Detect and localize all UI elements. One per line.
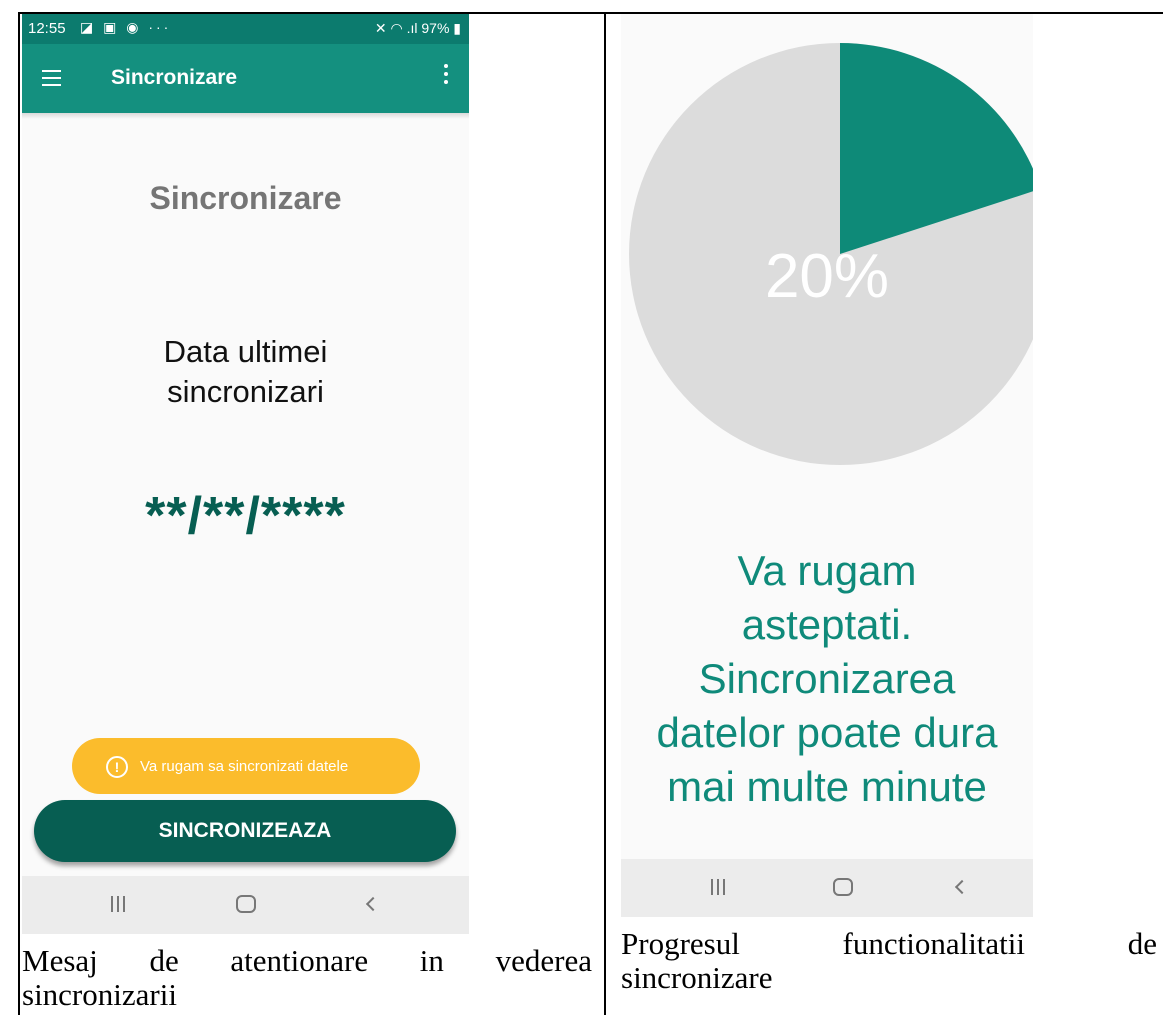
more-vert-icon[interactable]: [444, 64, 449, 88]
left-caption-line1: Mesaj de atentionare in vederea: [22, 943, 592, 978]
home-icon[interactable]: [236, 895, 256, 913]
status-bar: 12:55 ◪ ▣ ◉ ··· ✕ ◠ .ıl 97% ▮: [22, 14, 469, 44]
app-bar-title: Sincronizare: [111, 66, 238, 89]
notification-icons: ◪ ▣ ◉ ···: [80, 19, 172, 35]
system-nav-bar: [22, 876, 469, 934]
signal-icons: ✕ ◠ .ıl: [374, 20, 422, 36]
system-nav-bar: [621, 859, 1033, 917]
status-time: 12:55: [28, 20, 66, 37]
wait-message-line: Va rugam: [737, 547, 917, 594]
progress-percent-label: 20%: [764, 242, 890, 311]
recent-apps-icon[interactable]: [708, 879, 728, 900]
warning-toast: ! Va rugam sa sincronizati datele: [72, 738, 420, 794]
last-sync-label-line1: Data ultimei: [163, 334, 328, 369]
wait-message: Va rugam asteptati. Sincronizarea datelo…: [621, 544, 1033, 814]
wait-message-line: Sincronizarea: [698, 655, 956, 702]
wait-message-line: asteptati.: [741, 601, 913, 648]
table-left-border: [18, 12, 20, 1015]
left-caption-line2: sincronizarii: [22, 977, 177, 1012]
status-right: ✕ ◠ .ıl 97% ▮: [375, 20, 461, 37]
right-caption: Progresul functionalitatii de sincroniza…: [621, 927, 1157, 995]
page-heading: Sincronizare: [149, 180, 342, 216]
toast-message: Va rugam sa sincronizati datele: [140, 758, 349, 775]
home-icon[interactable]: [833, 878, 853, 896]
right-caption-line2: sincronizare: [621, 960, 773, 995]
battery-icon: ▮: [449, 20, 461, 36]
hamburger-menu-icon[interactable]: [42, 70, 61, 91]
alert-circle-icon: !: [106, 756, 128, 778]
sync-button[interactable]: SINCRONIZEAZA: [34, 800, 456, 862]
back-icon[interactable]: [954, 879, 970, 895]
right-phone-screen: 20% Va rugam asteptati. Sincronizarea da…: [621, 14, 1033, 917]
back-icon[interactable]: [365, 896, 381, 912]
app-bar-shadow: [22, 113, 469, 119]
wait-message-line: datelor poate dura: [656, 709, 998, 756]
last-sync-date: **/**/****: [145, 487, 346, 545]
last-sync-label: Data ultimei sincronizari: [22, 332, 469, 412]
table-middle-border: [604, 12, 606, 1015]
right-caption-line1: Progresul functionalitatii de: [621, 926, 1157, 961]
recent-apps-icon[interactable]: [108, 896, 128, 917]
app-bar: Sincronizare: [22, 44, 469, 113]
wait-message-line: mai multe minute: [667, 763, 987, 810]
last-sync-label-line2: sincronizari: [167, 374, 324, 409]
left-phone-screen: 12:55 ◪ ▣ ◉ ··· ✕ ◠ .ıl 97% ▮ Sincroniza…: [22, 14, 469, 934]
battery-percent: 97%: [421, 20, 450, 36]
left-caption: Mesaj de atentionare in vederea sincroni…: [22, 944, 592, 1012]
